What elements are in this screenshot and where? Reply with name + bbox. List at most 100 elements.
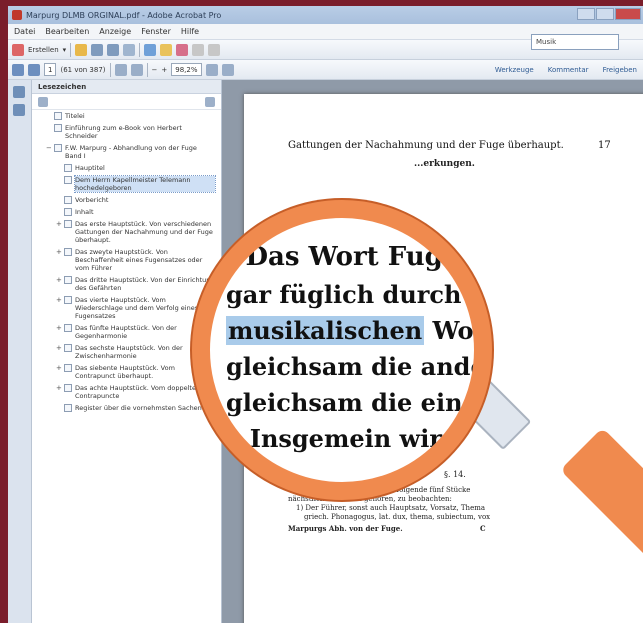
bookmark-label: Dem Herrn Kapellmeister Telemann hochede… [74, 175, 216, 193]
save-icon[interactable] [91, 43, 104, 56]
bookmark-item[interactable]: Vorbericht [32, 196, 221, 204]
close-button[interactable] [615, 8, 641, 20]
page-number-input[interactable]: 1 [44, 63, 57, 76]
menu-anzeige[interactable]: Anzeige [99, 27, 131, 36]
expand-toggle-icon[interactable]: − [46, 144, 54, 160]
search-input[interactable]: Musik [531, 34, 619, 50]
bookmark-label: Das vierte Hauptstück. Vom Wiederschlage… [75, 296, 199, 320]
magnifier-lens: 1) Das Wort Fuge, d gar füglich durch N … [192, 200, 492, 500]
signature-mark: C [480, 524, 486, 533]
expand-toggle-icon[interactable] [56, 404, 64, 412]
bookmark-label: Titelei [65, 112, 85, 120]
bookmark-item[interactable]: + Das achte Hauptstück. Vom doppelten Con… [32, 384, 221, 400]
chevron-down-icon[interactable]: ▾ [63, 46, 67, 54]
acrobat-icon [12, 10, 22, 20]
next-page-icon[interactable] [28, 63, 40, 76]
expand-toggle-icon[interactable]: + [56, 344, 64, 360]
search-highlight: musikalischen [226, 316, 425, 345]
tools-link[interactable]: Werkzeuge [495, 66, 534, 74]
bookmark-icon [64, 208, 72, 216]
expand-toggle-icon[interactable]: + [56, 248, 64, 272]
magnified-text: 1) Das Wort Fuge, d gar füglich durch N … [210, 218, 474, 482]
comment-link[interactable]: Kommentar [548, 66, 589, 74]
bookmark-item[interactable]: − F.W. Marpurg - Abhandlung von der Fuge … [32, 144, 221, 160]
bookmark-icon [64, 220, 72, 228]
maximize-button[interactable] [596, 8, 614, 20]
bookmark-item[interactable]: + Das dritte Hauptstück. Von der Einricht… [32, 276, 221, 292]
expand-toggle-icon[interactable]: + [56, 220, 64, 244]
options-icon[interactable] [38, 96, 48, 107]
magnified-line-highlight: musikalischen Wortfo [226, 316, 487, 345]
comment-icon[interactable] [160, 43, 173, 56]
bookmark-icon [64, 196, 72, 204]
open-folder-icon[interactable] [75, 43, 88, 56]
zoom-out-button[interactable]: − [152, 66, 158, 74]
create-icon [12, 43, 24, 56]
menu-bearbeiten[interactable]: Bearbeiten [45, 27, 89, 36]
expand-toggle-icon[interactable]: + [56, 324, 64, 340]
bookmark-item[interactable]: Inhalt [32, 208, 221, 216]
expand-toggle-icon[interactable] [46, 112, 54, 120]
magnified-line: gleichsam die eine S [226, 388, 492, 417]
fit-width-icon[interactable] [221, 63, 234, 76]
stamp-icon[interactable] [176, 43, 189, 56]
select-icon[interactable] [114, 63, 127, 76]
bookmark-icon [54, 144, 62, 152]
fit-page-icon[interactable] [205, 63, 218, 76]
expand-toggle-icon[interactable]: + [56, 364, 64, 380]
previous-page-icon[interactable] [12, 63, 24, 76]
bookmark-item[interactable]: Hauptitel [32, 164, 221, 172]
bookmarks-icon[interactable] [13, 104, 25, 116]
expand-toggle-icon[interactable] [56, 164, 64, 172]
expand-toggle-icon[interactable] [56, 208, 64, 216]
magnified-word: Wortfo [432, 316, 487, 345]
create-button[interactable]: Erstellen [28, 46, 59, 54]
bookmark-icon [64, 276, 72, 284]
navigation-strip [8, 80, 32, 623]
text-line: griech. Phonagogus, lat. dux, thema, sub… [304, 513, 491, 521]
bookmark-label: Das achte Hauptstück. Vom doppelten Cont… [75, 384, 201, 400]
bookmark-label: Das zweyte Hauptstück. Von Beschaffenhei… [75, 248, 203, 272]
zoom-input[interactable]: 98,2% [171, 63, 202, 76]
magnified-line: gleichsam die andere [226, 352, 492, 381]
bookmark-item[interactable]: + Das vierte Hauptstück. Vom Wiederschlag… [32, 296, 221, 320]
expand-toggle-icon[interactable]: + [56, 296, 64, 320]
bookmark-icon [54, 112, 62, 120]
bookmark-label: Hauptitel [75, 164, 105, 172]
toolbar-separator [109, 62, 111, 77]
bookmark-icon [64, 384, 72, 392]
expand-toggle-icon[interactable] [46, 124, 54, 140]
page-thumbnails-icon[interactable] [13, 86, 25, 98]
hand-icon[interactable] [130, 63, 143, 76]
menu-hilfe[interactable]: Hilfe [181, 27, 199, 36]
zoom-in-button[interactable]: + [161, 66, 167, 74]
bookmark-item[interactable]: Einführung zum e-Book von Herbert Schnei… [32, 124, 221, 140]
expand-toggle-icon[interactable]: + [56, 276, 64, 292]
toolbar-separator [70, 42, 72, 57]
page-count: (61 von 387) [60, 65, 106, 74]
bookmark-item[interactable]: Register über die vornehmsten Sachen [32, 404, 221, 412]
settings-icon[interactable] [144, 43, 157, 56]
delete-icon[interactable] [189, 96, 201, 108]
bookmark-icon [64, 176, 72, 184]
pane-links: Werkzeuge Kommentar Freigeben [495, 66, 643, 74]
share-link[interactable]: Freigeben [603, 66, 637, 74]
page-header: Gattungen der Nachahmung und der Fuge üb… [288, 140, 564, 151]
expand-toggle-icon[interactable]: + [56, 384, 64, 400]
toolbar-separator [139, 42, 141, 57]
bookmark-item[interactable]: + Das zweyte Hauptstück. Von Beschaffenhe… [32, 248, 221, 272]
minimize-button[interactable] [577, 8, 595, 20]
bookmark-item[interactable]: Dem Herrn Kapellmeister Telemann hochede… [32, 175, 221, 193]
menu-datei[interactable]: Datei [14, 27, 35, 36]
email-icon[interactable] [123, 43, 136, 56]
bookmark-item[interactable]: + Das erste Hauptstück. Von verschiedenen… [32, 220, 221, 244]
attach-icon[interactable] [192, 43, 205, 56]
menu-fenster[interactable]: Fenster [141, 27, 171, 36]
bookmark-label: Vorbericht [75, 196, 109, 204]
sign-icon[interactable] [208, 43, 221, 56]
new-bookmark-icon[interactable] [205, 96, 215, 107]
expand-toggle-icon[interactable] [56, 196, 64, 204]
print-icon[interactable] [107, 43, 120, 56]
bookmark-item[interactable]: Titelei [32, 112, 221, 120]
expand-toggle-icon[interactable] [56, 176, 64, 192]
